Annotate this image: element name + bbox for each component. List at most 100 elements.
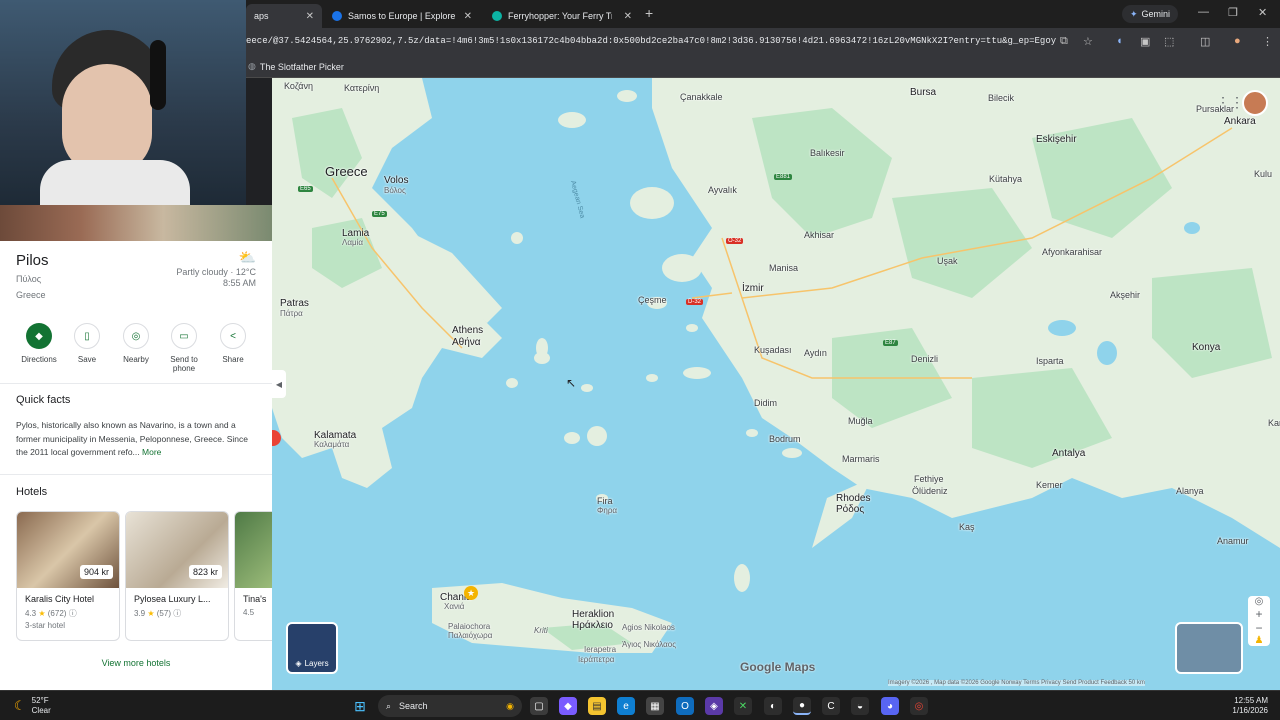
- discord-icon[interactable]: ◕: [881, 697, 899, 715]
- mouse-cursor-icon: ↖: [566, 376, 577, 390]
- label-kar: Kar: [1268, 418, 1280, 428]
- label-anamur: Anamur: [1217, 536, 1249, 546]
- label-aydin: Aydın: [804, 348, 827, 358]
- map-canvas[interactable]: Greece Κοζάνη Κατερίνη Volos Βόλος Lamia…: [272, 78, 1280, 690]
- extensions-puzzle-icon[interactable]: ⬚: [1164, 35, 1174, 48]
- action-label: Save: [77, 355, 97, 364]
- nearby-button[interactable]: ◎ Nearby: [111, 323, 161, 364]
- hotel-rating: 3.9 ★ (57) ⓘ: [134, 608, 181, 619]
- info-icon[interactable]: ⓘ: [69, 609, 77, 618]
- label-ankara: Ankara: [1224, 116, 1256, 127]
- label-heraklion-gr: Ηράκλειο: [572, 620, 613, 631]
- label-manisa: Manisa: [769, 263, 799, 273]
- label-antalya: Antalya: [1052, 448, 1086, 459]
- app-icon[interactable]: ◈: [705, 697, 723, 715]
- pegman-icon[interactable]: ♟: [1248, 635, 1270, 646]
- tab-samos[interactable]: Samos to Europe | Explore ✕: [324, 4, 480, 28]
- hotel-card[interactable]: 904 kr Karalis City Hotel 4.3 ★ (672) ⓘ …: [16, 511, 120, 641]
- tab-ferryhopper[interactable]: Ferryhopper: Your Ferry Travel Com ✕: [484, 4, 640, 28]
- app-icon[interactable]: ◎: [910, 697, 928, 715]
- app-icon[interactable]: ◐: [764, 697, 782, 715]
- new-tab-button[interactable]: +: [645, 5, 653, 21]
- quick-facts-more-link[interactable]: More: [142, 447, 161, 457]
- windows-start-icon[interactable]: ⊞: [351, 697, 369, 715]
- account-avatar[interactable]: [1242, 90, 1268, 116]
- place-photo[interactable]: [0, 205, 272, 241]
- hotels-heading: Hotels: [16, 486, 48, 498]
- file-explorer-icon[interactable]: ▤: [588, 697, 606, 715]
- weather-time: 8:55 AM: [222, 278, 256, 288]
- layers-icon: ◈: [295, 659, 302, 668]
- screen: aps ✕ Samos to Europe | Explore ✕ Ferryh…: [0, 0, 1280, 720]
- google-maps-logo: Google Maps: [740, 660, 816, 674]
- close-tab-icon[interactable]: ✕: [306, 11, 314, 22]
- hotel-card[interactable]: Tina's 4.5: [234, 511, 272, 641]
- chrome-icon[interactable]: ●: [793, 697, 811, 715]
- my-location-icon[interactable]: ◎: [1248, 596, 1270, 607]
- bookmark-star-icon[interactable]: ☆: [1083, 35, 1093, 48]
- app-icon[interactable]: C: [822, 697, 840, 715]
- place-title: Pilos: [16, 252, 49, 269]
- maximize-button[interactable]: ❐: [1228, 6, 1238, 19]
- taskbar-search[interactable]: ⌕ Search ◉: [378, 695, 522, 717]
- zoom-out-button[interactable]: −: [1248, 621, 1270, 635]
- starred-place-pin-icon[interactable]: ★: [464, 586, 478, 600]
- hotel-card[interactable]: 823 kr Pylosea Luxury L... 3.9 ★ (57) ⓘ: [125, 511, 229, 641]
- apps-grid-icon[interactable]: ⋮⋮: [1216, 94, 1244, 111]
- webcam-person-face: [62, 64, 152, 174]
- edge-icon[interactable]: e: [617, 697, 635, 715]
- label-patras: Patras: [280, 298, 309, 309]
- zoom-in-button[interactable]: +: [1248, 607, 1270, 621]
- close-tab-icon[interactable]: ✕: [464, 11, 472, 22]
- close-window-button[interactable]: ✕: [1258, 6, 1267, 19]
- collapse-panel-button[interactable]: ◀: [272, 370, 286, 398]
- road-sign: E75: [372, 211, 387, 217]
- url-field[interactable]: eece/@37.5424564,25.9762902,7.5z/data=!4…: [246, 36, 1056, 46]
- close-tab-icon[interactable]: ✕: [624, 11, 632, 22]
- map-footer[interactable]: Imagery ©2026 , Map data ©2026 Google No…: [888, 680, 1145, 686]
- label-marmaris: Marmaris: [842, 454, 880, 464]
- task-view-icon[interactable]: ▢: [530, 697, 548, 715]
- side-panel-icon[interactable]: ◫: [1200, 35, 1210, 48]
- label-athens-gr: Αθήνα: [452, 337, 481, 348]
- search-icon: ⌕: [386, 700, 392, 711]
- outlook-icon[interactable]: O: [676, 697, 694, 715]
- extension-icon[interactable]: ▣: [1140, 35, 1150, 48]
- copilot-icon[interactable]: ◆: [559, 697, 577, 715]
- store-icon[interactable]: ▦: [646, 697, 664, 715]
- view-more-hotels-link[interactable]: View more hotels: [0, 658, 272, 668]
- gemini-button[interactable]: ✦ Gemini: [1122, 5, 1179, 23]
- action-label: Send to phone: [170, 355, 198, 373]
- action-label: Directions: [21, 355, 57, 364]
- profile-avatar-icon[interactable]: ●: [1234, 35, 1241, 47]
- bookmark-item[interactable]: ◍ The Slotfather Picker: [248, 61, 344, 72]
- taskbar-weather[interactable]: ☾ 52°F Clear: [14, 696, 51, 716]
- label-volos: Volos: [384, 175, 409, 186]
- minimize-button[interactable]: —: [1198, 6, 1209, 18]
- directions-button[interactable]: ◆ Directions: [14, 323, 64, 364]
- star-icon: ★: [147, 609, 155, 618]
- tab-maps[interactable]: aps ✕: [246, 4, 322, 28]
- install-app-icon[interactable]: ⧉: [1060, 35, 1068, 48]
- taskbar-clock[interactable]: 12:55 AM 1/16/2026: [1232, 696, 1268, 716]
- street-view-thumbnail[interactable]: [1175, 622, 1243, 674]
- extension-audio-icon[interactable]: ◖: [1116, 35, 1123, 47]
- globe-icon: ◍: [248, 61, 256, 71]
- windows-taskbar: ☾ 52°F Clear ⊞ ⌕ Search ◉ ▢ ◆ ▤ e ▦ O ◈ …: [0, 690, 1280, 720]
- label-didim: Didim: [754, 398, 778, 408]
- share-button[interactable]: < Share: [208, 323, 258, 364]
- steam-icon[interactable]: ◒: [851, 697, 869, 715]
- info-icon[interactable]: ⓘ: [173, 609, 181, 618]
- site-favicon-icon: [492, 11, 502, 21]
- menu-kebab-icon[interactable]: ⋮: [1262, 35, 1273, 48]
- layers-button[interactable]: ◈ Layers: [286, 622, 338, 674]
- label-ierapetra: Ierapetra: [584, 645, 617, 654]
- send-to-phone-button[interactable]: ▭ Send to phone: [159, 323, 209, 373]
- save-button[interactable]: ▯ Save: [62, 323, 112, 364]
- label-alanya: Alanya: [1176, 486, 1204, 496]
- label-kemer: Kemer: [1036, 480, 1063, 490]
- webcam-person-shirt: [40, 160, 190, 205]
- label-bursa: Bursa: [910, 87, 937, 98]
- divider: [0, 474, 272, 475]
- terminal-icon[interactable]: ✕: [734, 697, 752, 715]
